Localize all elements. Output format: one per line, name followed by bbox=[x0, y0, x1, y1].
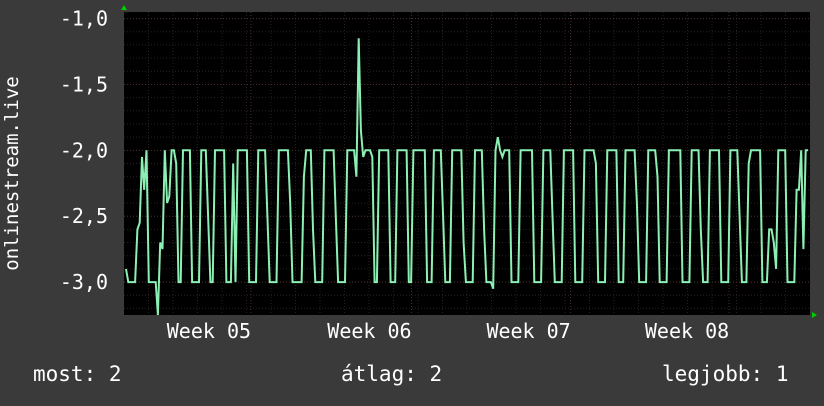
now-label: most: bbox=[33, 362, 97, 386]
average-value: 2 bbox=[429, 362, 443, 386]
x-tick-label: Week 07 bbox=[486, 319, 570, 343]
average-label: átlag: bbox=[341, 362, 417, 386]
now-stat: most: 2 bbox=[33, 362, 122, 386]
x-tick-label: Week 08 bbox=[645, 319, 729, 343]
best-stat: legjobb: 1 bbox=[662, 362, 788, 386]
best-label: legjobb: bbox=[662, 362, 764, 386]
y-tick-label: -2,5 bbox=[60, 204, 108, 228]
best-value: 1 bbox=[775, 362, 789, 386]
chart: -1,0 -1,5 -2,0 -2,5 -3,0 Week 05 Week 06 Week 0… bbox=[0, 0, 824, 402]
now-value: 2 bbox=[108, 362, 122, 386]
line-chart: -1,0 -1,5 -2,0 -2,5 -3,0 Week 05 Week 06 Week 0… bbox=[1, 5, 817, 343]
y-tick-label: -2,0 bbox=[60, 138, 108, 162]
y-tick-label: -1,0 bbox=[60, 7, 108, 31]
x-tick-label: Week 05 bbox=[167, 319, 251, 343]
x-axis-arrow bbox=[812, 312, 817, 318]
y-axis-label: onlinestream.live bbox=[1, 76, 23, 270]
y-axis-arrow bbox=[121, 5, 127, 10]
y-tick-label: -3,0 bbox=[60, 270, 108, 294]
y-tick-label: -1,5 bbox=[60, 72, 108, 96]
x-tick-label: Week 06 bbox=[327, 319, 411, 343]
average-stat: átlag: 2 bbox=[341, 362, 442, 386]
